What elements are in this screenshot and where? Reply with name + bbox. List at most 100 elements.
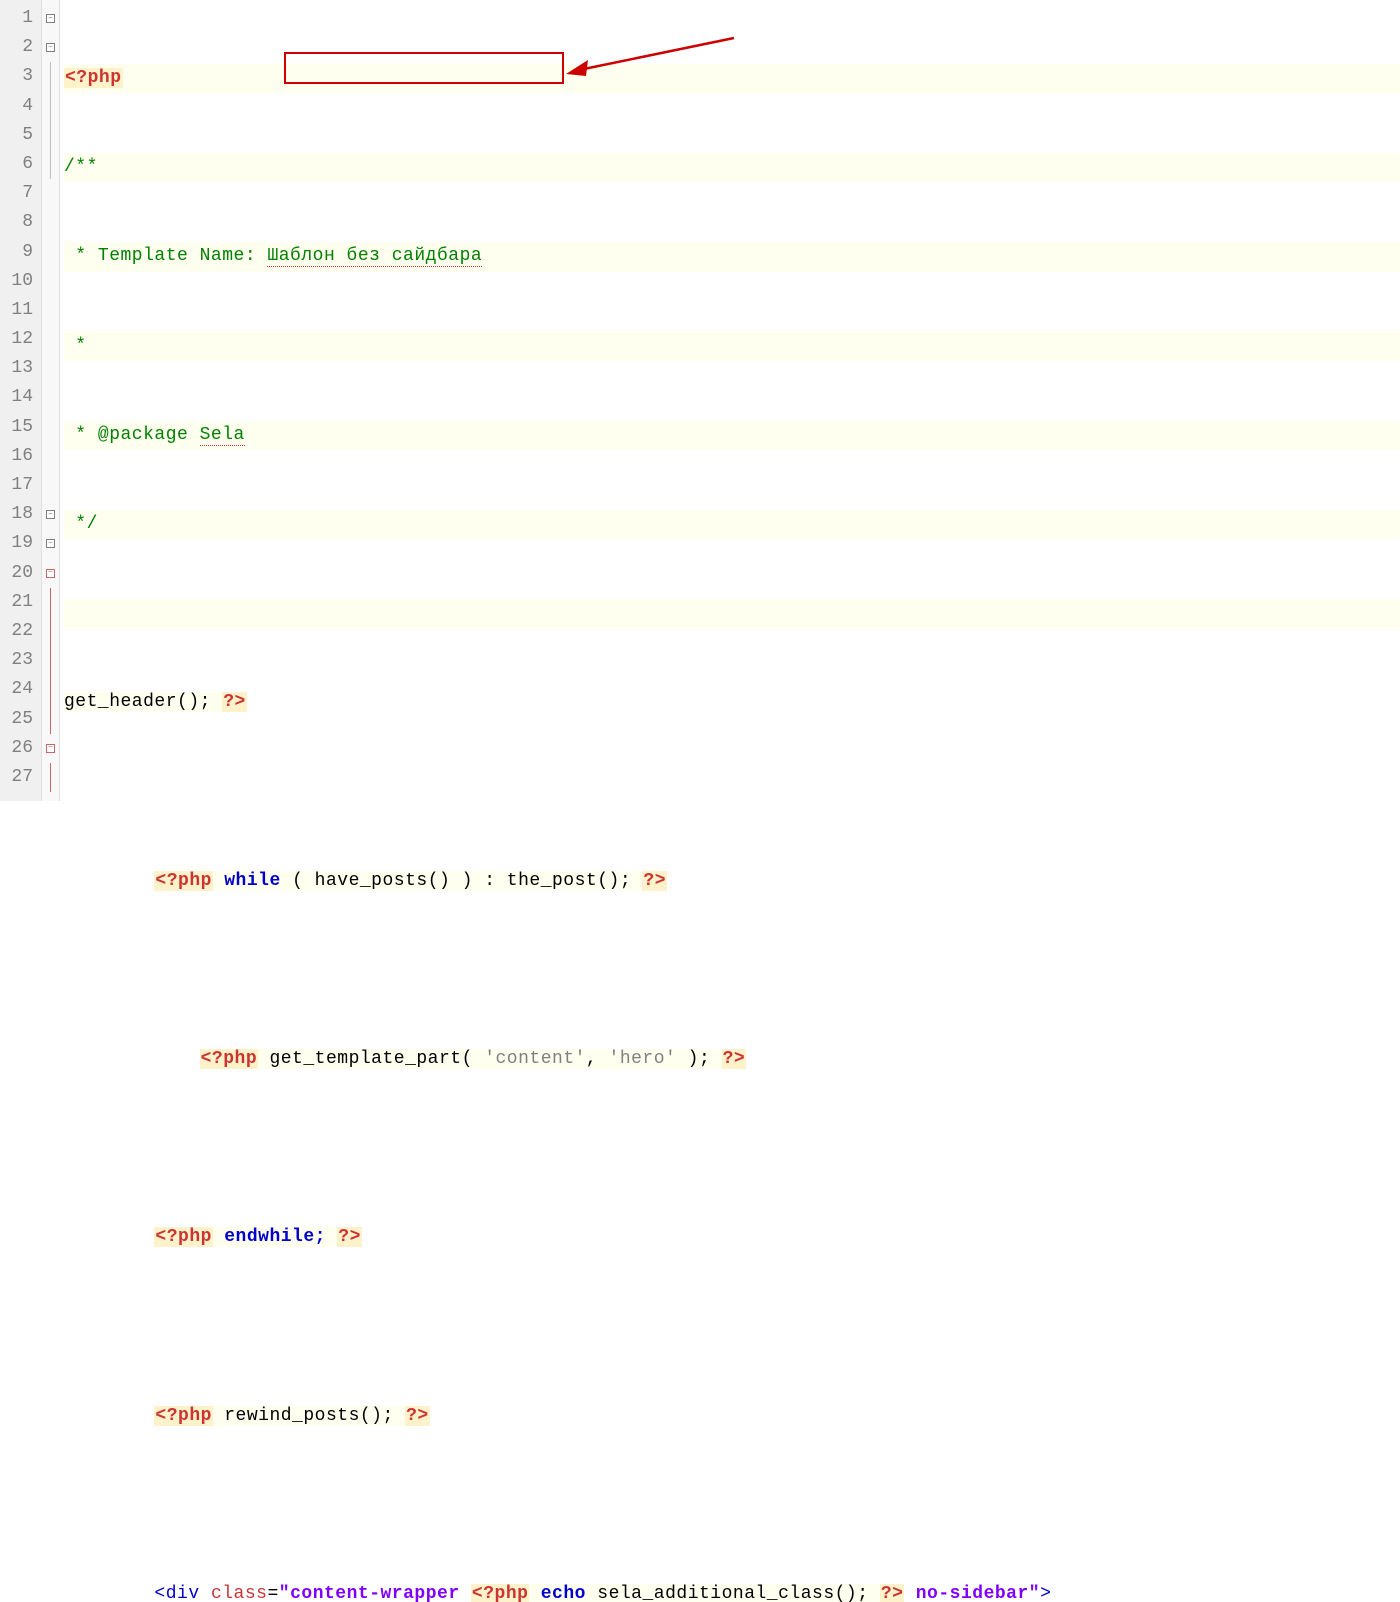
fold-guide — [42, 62, 59, 91]
fold-guide — [42, 150, 59, 179]
line-number: 4 — [4, 92, 33, 121]
fold-gutter: − − − − − − — [42, 0, 60, 801]
fold-guide — [42, 588, 59, 617]
fold-guide — [42, 208, 59, 237]
keyword-while: while — [224, 871, 281, 891]
line-number: 10 — [4, 267, 33, 296]
line-number: 19 — [4, 529, 33, 558]
function-call: get_header — [64, 692, 177, 712]
function-call: sela_additional_class — [597, 1584, 834, 1602]
line-number: 7 — [4, 179, 33, 208]
fold-guide — [42, 705, 59, 734]
fold-toggle[interactable]: − — [42, 559, 59, 588]
php-open-tag: <?php — [200, 1049, 259, 1069]
line-number: 20 — [4, 559, 33, 588]
php-close-tag: ?> — [880, 1584, 905, 1602]
fold-guide — [42, 267, 59, 296]
code-line[interactable]: get_header(); ?> — [64, 688, 1400, 717]
line-number: 13 — [4, 354, 33, 383]
code-line[interactable]: <?php while ( have_posts() ) : the_post(… — [64, 867, 1400, 896]
fold-guide — [42, 471, 59, 500]
line-number: 3 — [4, 62, 33, 91]
line-number: 2 — [4, 33, 33, 62]
php-close-tag: ?> — [722, 1049, 747, 1069]
code-line[interactable]: <?php rewind_posts(); ?> — [64, 1402, 1400, 1431]
fold-toggle[interactable]: − — [42, 529, 59, 558]
code-line[interactable] — [64, 778, 1400, 807]
fold-guide — [42, 238, 59, 267]
php-open-tag: <?php — [154, 871, 213, 891]
attr-value: content-wrapper — [290, 1584, 471, 1602]
code-line[interactable]: <?php get_template_part( 'content', 'her… — [64, 1045, 1400, 1074]
line-number: 12 — [4, 325, 33, 354]
line-number: 26 — [4, 734, 33, 763]
code-line[interactable]: <?php — [64, 64, 1400, 93]
fold-guide — [42, 383, 59, 412]
code-line[interactable]: */ — [64, 510, 1400, 539]
code-line[interactable]: /** — [64, 153, 1400, 182]
line-number: 5 — [4, 121, 33, 150]
fold-guide — [42, 179, 59, 208]
code-line[interactable] — [64, 1491, 1400, 1520]
line-number: 14 — [4, 383, 33, 412]
code-line[interactable]: <?php endwhile; ?> — [64, 1223, 1400, 1252]
doc-comment: */ — [64, 514, 98, 534]
code-line[interactable] — [64, 599, 1400, 628]
line-number: 23 — [4, 646, 33, 675]
fold-guide — [42, 121, 59, 150]
doc-comment: * — [64, 336, 87, 356]
line-number: 22 — [4, 617, 33, 646]
code-line[interactable]: * @package Sela — [64, 421, 1400, 450]
doc-comment: /** — [64, 157, 98, 177]
php-open-tag: <?php — [154, 1227, 213, 1247]
line-number: 1 — [4, 4, 33, 33]
fold-guide — [42, 92, 59, 121]
php-close-tag: ?> — [405, 1406, 430, 1426]
line-number: 16 — [4, 442, 33, 471]
code-line[interactable]: * Template Name: Шаблон без сайдбара — [64, 242, 1400, 271]
doc-comment: * Template Name: — [64, 246, 267, 266]
line-number: 6 — [4, 150, 33, 179]
fold-toggle[interactable]: − — [42, 4, 59, 33]
doc-comment: * @package — [64, 425, 200, 445]
keyword-echo: echo — [541, 1584, 586, 1602]
php-open-tag: <?php — [64, 68, 123, 88]
fold-guide — [42, 763, 59, 792]
fold-toggle[interactable]: − — [42, 33, 59, 62]
code-line[interactable]: * — [64, 332, 1400, 361]
line-number: 15 — [4, 413, 33, 442]
fold-toggle[interactable]: − — [42, 734, 59, 763]
php-close-tag: ?> — [222, 692, 247, 712]
php-open-tag: <?php — [154, 1406, 213, 1426]
fold-guide — [42, 296, 59, 325]
line-number: 24 — [4, 675, 33, 704]
line-number: 9 — [4, 238, 33, 267]
html-tag: div — [166, 1584, 200, 1602]
line-number: 18 — [4, 500, 33, 529]
string-literal: 'content' — [484, 1049, 586, 1069]
fold-guide — [42, 617, 59, 646]
attr-value: no-sidebar — [904, 1584, 1028, 1602]
line-number: 25 — [4, 705, 33, 734]
fold-guide — [42, 442, 59, 471]
template-name-value: Шаблон без сайдбара — [267, 246, 482, 267]
php-open-tag: <?php — [471, 1584, 530, 1602]
line-number: 27 — [4, 763, 33, 792]
fold-guide — [42, 646, 59, 675]
fold-guide — [42, 413, 59, 442]
line-number: 21 — [4, 588, 33, 617]
php-close-tag: ?> — [337, 1227, 362, 1247]
php-close-tag: ?> — [642, 871, 667, 891]
function-call: get_template_part — [269, 1049, 461, 1069]
line-number: 17 — [4, 471, 33, 500]
fold-guide — [42, 354, 59, 383]
function-call: rewind_posts — [224, 1406, 360, 1426]
fold-guide — [42, 325, 59, 354]
fold-guide — [42, 675, 59, 704]
fold-toggle[interactable]: − — [42, 500, 59, 529]
code-line[interactable]: <div class="content-wrapper <?php echo s… — [64, 1580, 1400, 1602]
code-line[interactable] — [64, 1134, 1400, 1163]
code-editor[interactable]: <?php /** * Template Name: Шаблон без са… — [60, 0, 1400, 801]
code-line[interactable] — [64, 1313, 1400, 1342]
code-line[interactable] — [64, 956, 1400, 985]
